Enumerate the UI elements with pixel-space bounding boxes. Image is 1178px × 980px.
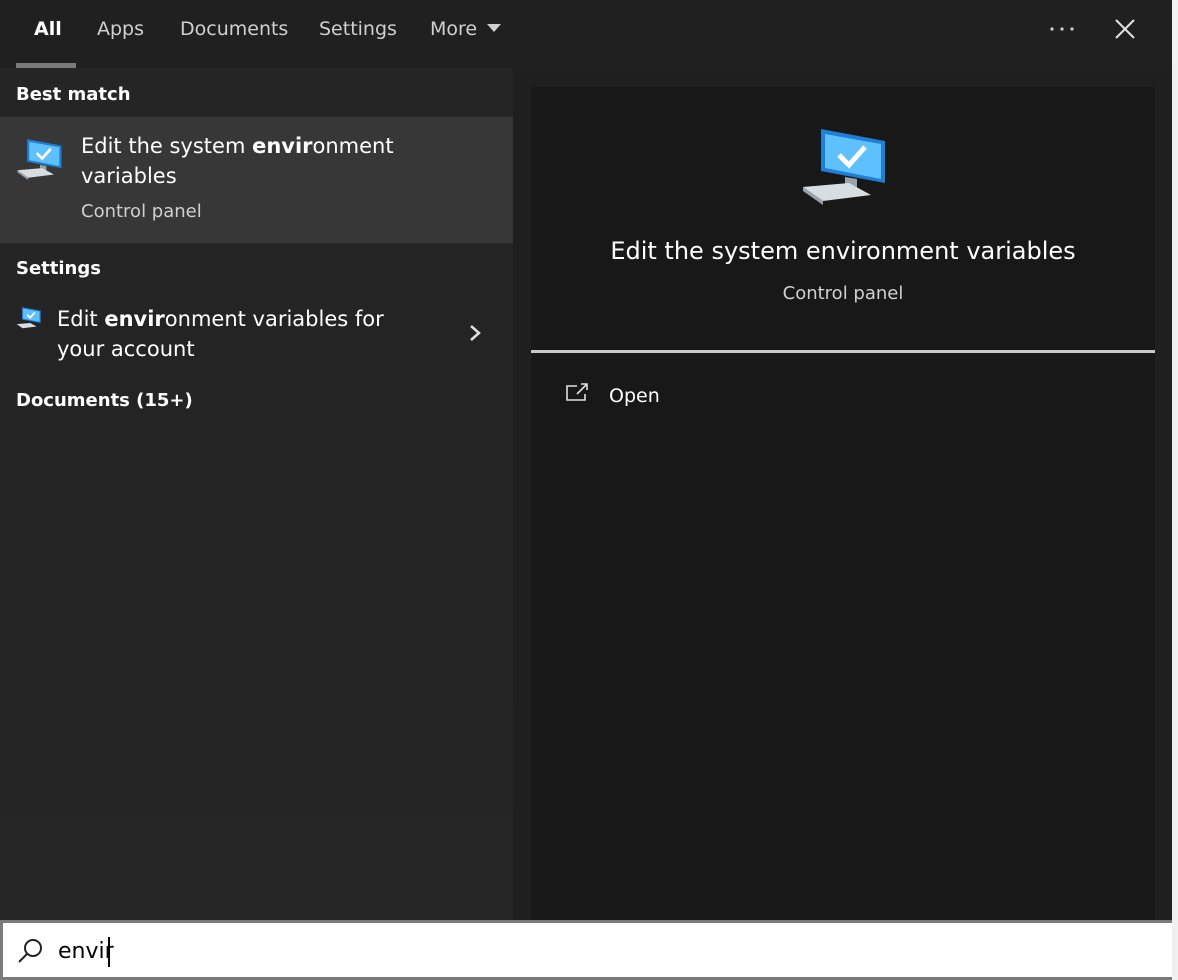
title-text: Edit the system	[81, 134, 253, 158]
text-cursor	[108, 937, 110, 967]
title-highlight: envir	[252, 134, 313, 158]
computer-monitor-icon	[16, 307, 41, 329]
close-icon[interactable]	[1108, 12, 1142, 46]
preview-title: Edit the system environment variables	[610, 237, 1076, 265]
background-window-edge	[1172, 0, 1178, 980]
preview-pane: Edit the system environment variables Co…	[513, 68, 1172, 920]
settings-result-title: Edit environment variables for your acco…	[57, 304, 427, 364]
search-icon	[18, 939, 42, 963]
tab-more-label: More	[430, 18, 478, 40]
tab-all[interactable]: All	[34, 14, 62, 44]
settings-header: Settings	[16, 258, 101, 279]
open-external-icon	[566, 383, 588, 401]
tab-apps[interactable]: Apps	[97, 14, 144, 44]
best-match-title: Edit the system environment variables	[81, 131, 411, 191]
open-label: Open	[609, 385, 660, 407]
search-bar[interactable]: envir	[0, 920, 1172, 980]
chevron-right-icon[interactable]	[466, 322, 484, 344]
ellipsis-icon[interactable]	[1046, 14, 1078, 44]
title-highlight: envir	[104, 307, 165, 331]
computer-monitor-icon	[803, 129, 885, 205]
title-text: Edit	[57, 307, 105, 331]
search-window: All Apps Documents Settings More Best ma…	[0, 0, 1178, 980]
computer-monitor-icon	[17, 139, 62, 180]
tab-documents[interactable]: Documents	[180, 14, 288, 44]
preview-subtitle: Control panel	[782, 283, 904, 304]
results-pane: Best match Edit the system environment v…	[0, 68, 513, 920]
divider	[531, 350, 1155, 353]
tab-more[interactable]: More	[430, 14, 502, 44]
open-button[interactable]: Open	[565, 380, 725, 414]
best-match-result[interactable]: Edit the system environment variables Co…	[0, 117, 513, 243]
best-match-subtitle: Control panel	[81, 201, 202, 222]
chevron-down-icon	[487, 24, 502, 32]
preview-card: Edit the system environment variables Co…	[531, 87, 1155, 920]
filter-tab-bar: All Apps Documents Settings More	[0, 0, 1172, 68]
settings-result[interactable]: Edit environment variables for your acco…	[0, 302, 513, 366]
search-input[interactable]: envir	[58, 935, 458, 969]
documents-header[interactable]: Documents (15+)	[16, 390, 193, 411]
tab-settings[interactable]: Settings	[319, 14, 397, 44]
best-match-header: Best match	[16, 84, 131, 105]
